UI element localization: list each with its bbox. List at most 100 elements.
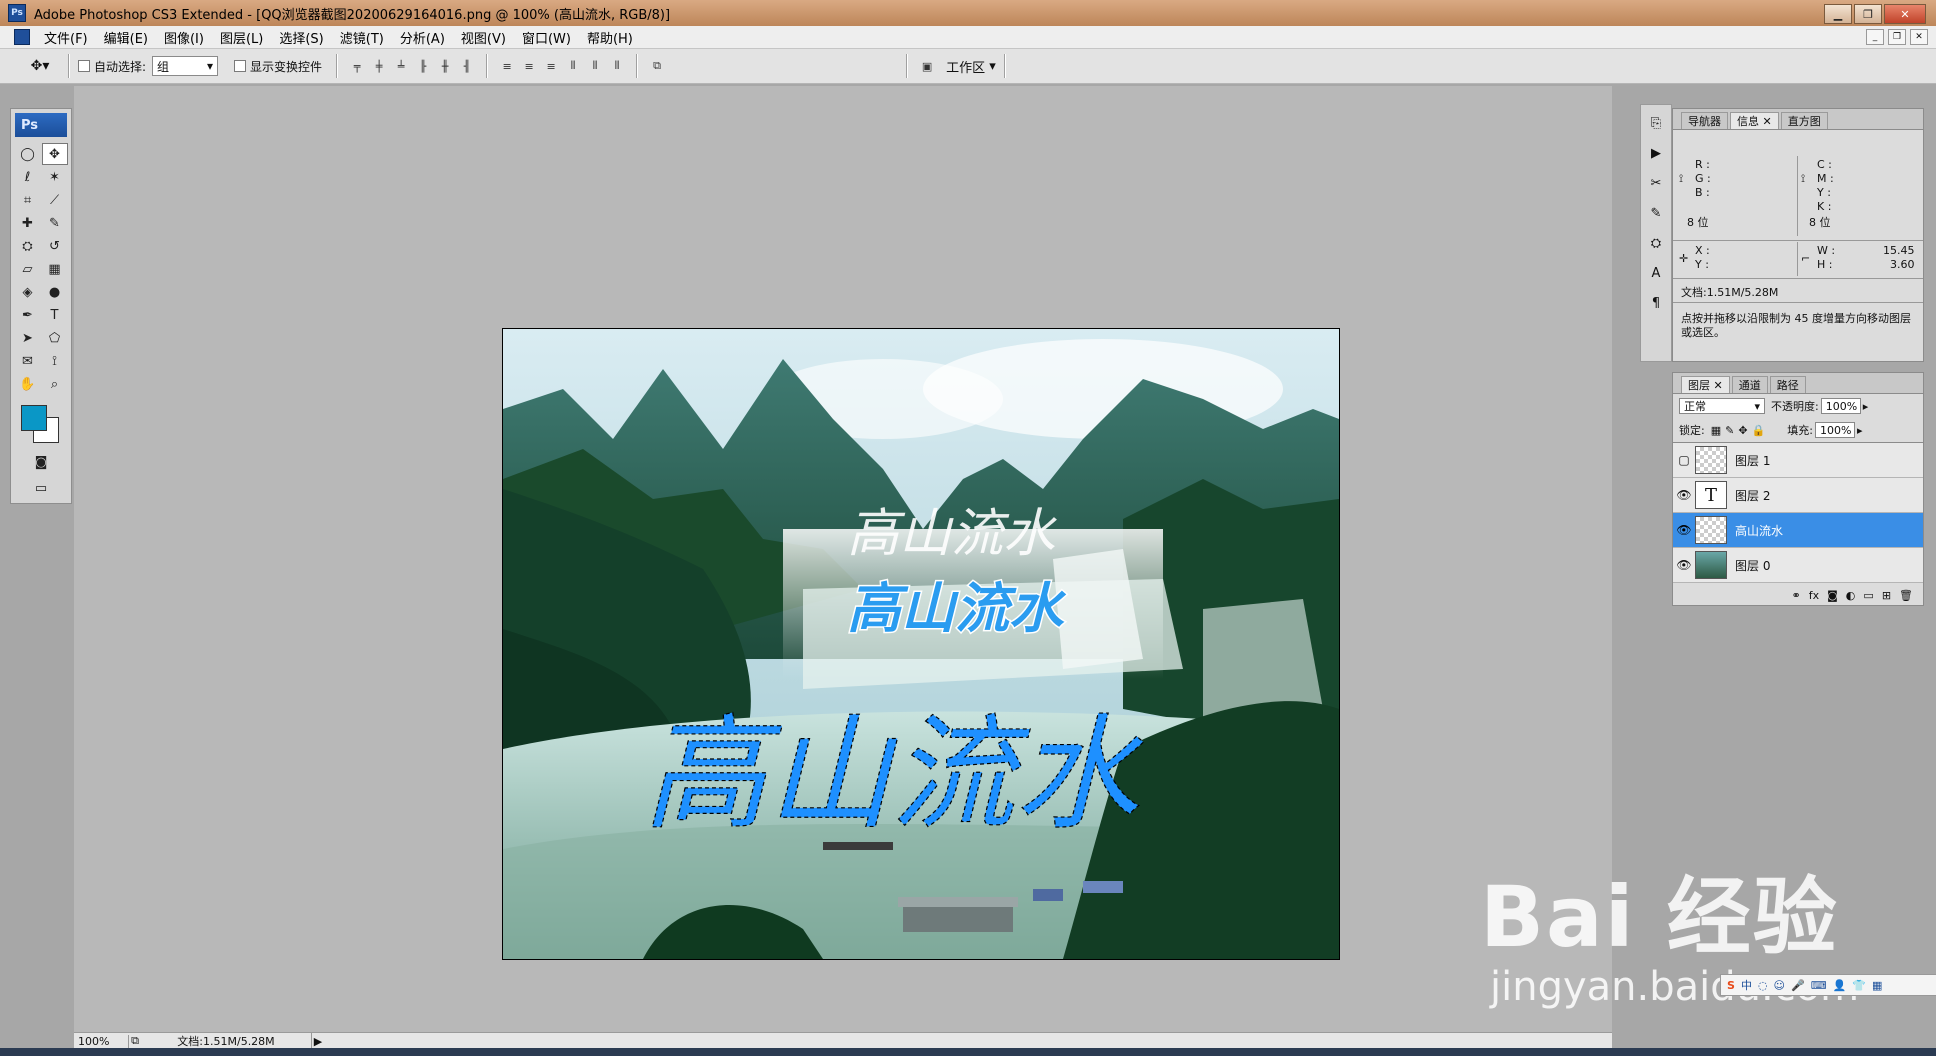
close-button[interactable]: ✕ xyxy=(1884,4,1926,24)
tab-histogram[interactable]: 直方图 xyxy=(1780,112,1828,129)
notes-icon[interactable]: ✉ xyxy=(15,350,41,372)
tab-paths[interactable]: 路径 xyxy=(1769,376,1806,393)
minimize-button[interactable]: ▁ xyxy=(1824,4,1852,24)
restore-button[interactable]: ❐ xyxy=(1854,4,1882,24)
auto-select-dropdown[interactable]: 组 ▾ xyxy=(152,56,219,76)
doc-minimize-button[interactable]: _ xyxy=(1866,29,1884,45)
ime-voice-icon[interactable]: 🎤 xyxy=(1791,979,1805,992)
canvas-area[interactable]: 高山流水 高山流水 高山流水 xyxy=(74,86,1612,1036)
eraser-icon[interactable]: ▱ xyxy=(15,258,41,280)
align-left-icon[interactable]: ╟ xyxy=(414,58,432,74)
hand-icon[interactable]: ✋ xyxy=(15,373,41,395)
menu-select[interactable]: 选择(S) xyxy=(271,28,331,47)
align-hcenter-icon[interactable]: ╫ xyxy=(436,58,454,74)
doc-text-white[interactable]: 高山流水 xyxy=(847,504,1057,564)
dodge-icon[interactable]: ● xyxy=(42,281,68,303)
ime-toolbar[interactable]: S 中 ◌ ☺ 🎤 ⌨ 👤 👕 ▦ xyxy=(1720,974,1936,996)
layer-name[interactable]: 图层 2 xyxy=(1735,487,1770,504)
tool-presets-icon[interactable]: ✂ xyxy=(1645,173,1667,193)
lock-transparent-icon[interactable]: ▦ xyxy=(1711,424,1721,437)
distribute-hcenter-icon[interactable]: ⦀ xyxy=(586,58,604,74)
actions-icon[interactable]: ▶ xyxy=(1645,143,1667,163)
menu-file[interactable]: 文件(F) xyxy=(36,28,96,47)
toolbox-header[interactable]: Ps xyxy=(15,113,67,137)
status-menu-arrow-icon[interactable]: ▶ xyxy=(312,1035,324,1048)
distribute-top-icon[interactable]: ≡ xyxy=(498,58,516,74)
move-icon[interactable]: ✥ xyxy=(41,143,68,165)
menu-filter[interactable]: 滤镜(T) xyxy=(332,28,392,47)
distribute-vcenter-icon[interactable]: ≡ xyxy=(520,58,538,74)
close-icon[interactable]: ✕ xyxy=(1714,379,1723,392)
tab-navigator[interactable]: 导航器 xyxy=(1681,112,1728,129)
type-icon[interactable]: T xyxy=(42,304,68,326)
layer-name[interactable]: 图层 1 xyxy=(1735,452,1770,469)
layer-row[interactable]: ▢ 图层 1 xyxy=(1673,443,1923,478)
path-select-icon[interactable]: ➤ xyxy=(15,327,41,349)
tab-channels[interactable]: 通道 xyxy=(1731,376,1768,393)
blur-icon[interactable]: ◈ xyxy=(15,281,41,303)
eye-icon[interactable]: 👁 xyxy=(1673,523,1695,537)
layer-row[interactable]: 👁 T 图层 2 xyxy=(1673,478,1923,513)
auto-align-icon[interactable]: ⧉ xyxy=(648,58,666,74)
visibility-off-icon[interactable]: ▢ xyxy=(1673,453,1695,467)
layer-name[interactable]: 图层 0 xyxy=(1735,557,1770,574)
foreground-color-swatch[interactable] xyxy=(21,405,47,431)
show-transform-checkbox[interactable] xyxy=(234,60,247,72)
character-icon[interactable]: A xyxy=(1645,263,1667,283)
stamp-icon[interactable]: ⛭ xyxy=(15,235,41,257)
align-vcenter-icon[interactable]: ╪ xyxy=(370,58,388,74)
align-bottom-icon[interactable]: ╧ xyxy=(392,58,410,74)
opacity-field[interactable]: 100% xyxy=(1820,398,1861,414)
ime-mode-icon[interactable]: 中 xyxy=(1741,977,1752,993)
document-icon[interactable] xyxy=(14,29,30,45)
menu-analysis[interactable]: 分析(A) xyxy=(392,28,453,47)
tab-info[interactable]: 信息 ✕ xyxy=(1730,112,1779,129)
ime-user-icon[interactable]: 👤 xyxy=(1833,979,1847,992)
layer-name[interactable]: 高山流水 xyxy=(1735,522,1783,539)
menu-window[interactable]: 窗口(W) xyxy=(514,28,579,47)
zoom-level[interactable]: 100% xyxy=(74,1034,129,1048)
distribute-bottom-icon[interactable]: ≡ xyxy=(542,58,560,74)
eye-icon[interactable]: 👁 xyxy=(1673,558,1695,572)
doc-close-button[interactable]: ✕ xyxy=(1910,29,1928,45)
menu-layer[interactable]: 图层(L) xyxy=(212,28,271,47)
eye-icon[interactable]: 👁 xyxy=(1673,488,1695,502)
lock-all-icon[interactable]: 🔒 xyxy=(1752,424,1766,437)
bridge-icon[interactable]: ▣ xyxy=(918,58,936,74)
auto-select-checkbox[interactable] xyxy=(78,60,90,72)
ime-logo-icon[interactable]: S xyxy=(1727,979,1735,992)
chevron-right-icon[interactable]: ▸ xyxy=(1863,400,1869,413)
doc-restore-button[interactable]: ❐ xyxy=(1888,29,1906,45)
align-top-icon[interactable]: ╤ xyxy=(348,58,366,74)
gradient-icon[interactable]: ▦ xyxy=(42,258,68,280)
new-group-icon[interactable]: ▭ xyxy=(1863,589,1873,602)
doc-text-selected[interactable]: 高山流水 xyxy=(642,702,1144,847)
distribute-left-icon[interactable]: ⦀ xyxy=(564,58,582,74)
zoom-icon[interactable]: ⌕ xyxy=(42,373,68,395)
distribute-right-icon[interactable]: ⦀ xyxy=(608,58,626,74)
magic-wand-icon[interactable]: ✶ xyxy=(42,166,68,188)
fill-field[interactable]: 100% xyxy=(1814,422,1855,438)
lasso-icon[interactable]: ℓ xyxy=(15,166,41,188)
new-layer-icon[interactable]: ⊞ xyxy=(1882,589,1891,602)
move-tool-preset-icon[interactable]: ✥▾ xyxy=(20,54,60,78)
shape-icon[interactable]: ⬠ xyxy=(42,327,68,349)
document-canvas[interactable]: 高山流水 高山流水 高山流水 xyxy=(502,328,1340,960)
close-icon[interactable]: ✕ xyxy=(1763,115,1772,128)
ime-toolbox-icon[interactable]: ▦ xyxy=(1872,979,1882,992)
menu-help[interactable]: 帮助(H) xyxy=(579,28,641,47)
align-right-icon[interactable]: ╢ xyxy=(458,58,476,74)
eyedropper-icon[interactable]: ⟟ xyxy=(42,350,68,372)
blend-mode-dropdown[interactable]: 正常 ▾ xyxy=(1679,398,1765,414)
lock-position-icon[interactable]: ✥ xyxy=(1738,424,1747,437)
tab-layers[interactable]: 图层 ✕ xyxy=(1681,376,1730,393)
doc-text-outlined[interactable]: 高山流水 xyxy=(846,576,1069,642)
clone-source-icon[interactable]: ⛭ xyxy=(1645,233,1667,253)
menu-edit[interactable]: 编辑(E) xyxy=(96,28,156,47)
healing-icon[interactable]: ✚ xyxy=(15,212,41,234)
pen-icon[interactable]: ✒ xyxy=(15,304,41,326)
slice-icon[interactable]: ⟋ xyxy=(42,189,68,211)
status-icon[interactable]: ⧉ xyxy=(129,1034,141,1048)
screen-mode-icon[interactable]: ▭ xyxy=(29,479,53,497)
ime-keyboard-icon[interactable]: ⌨ xyxy=(1811,979,1827,992)
